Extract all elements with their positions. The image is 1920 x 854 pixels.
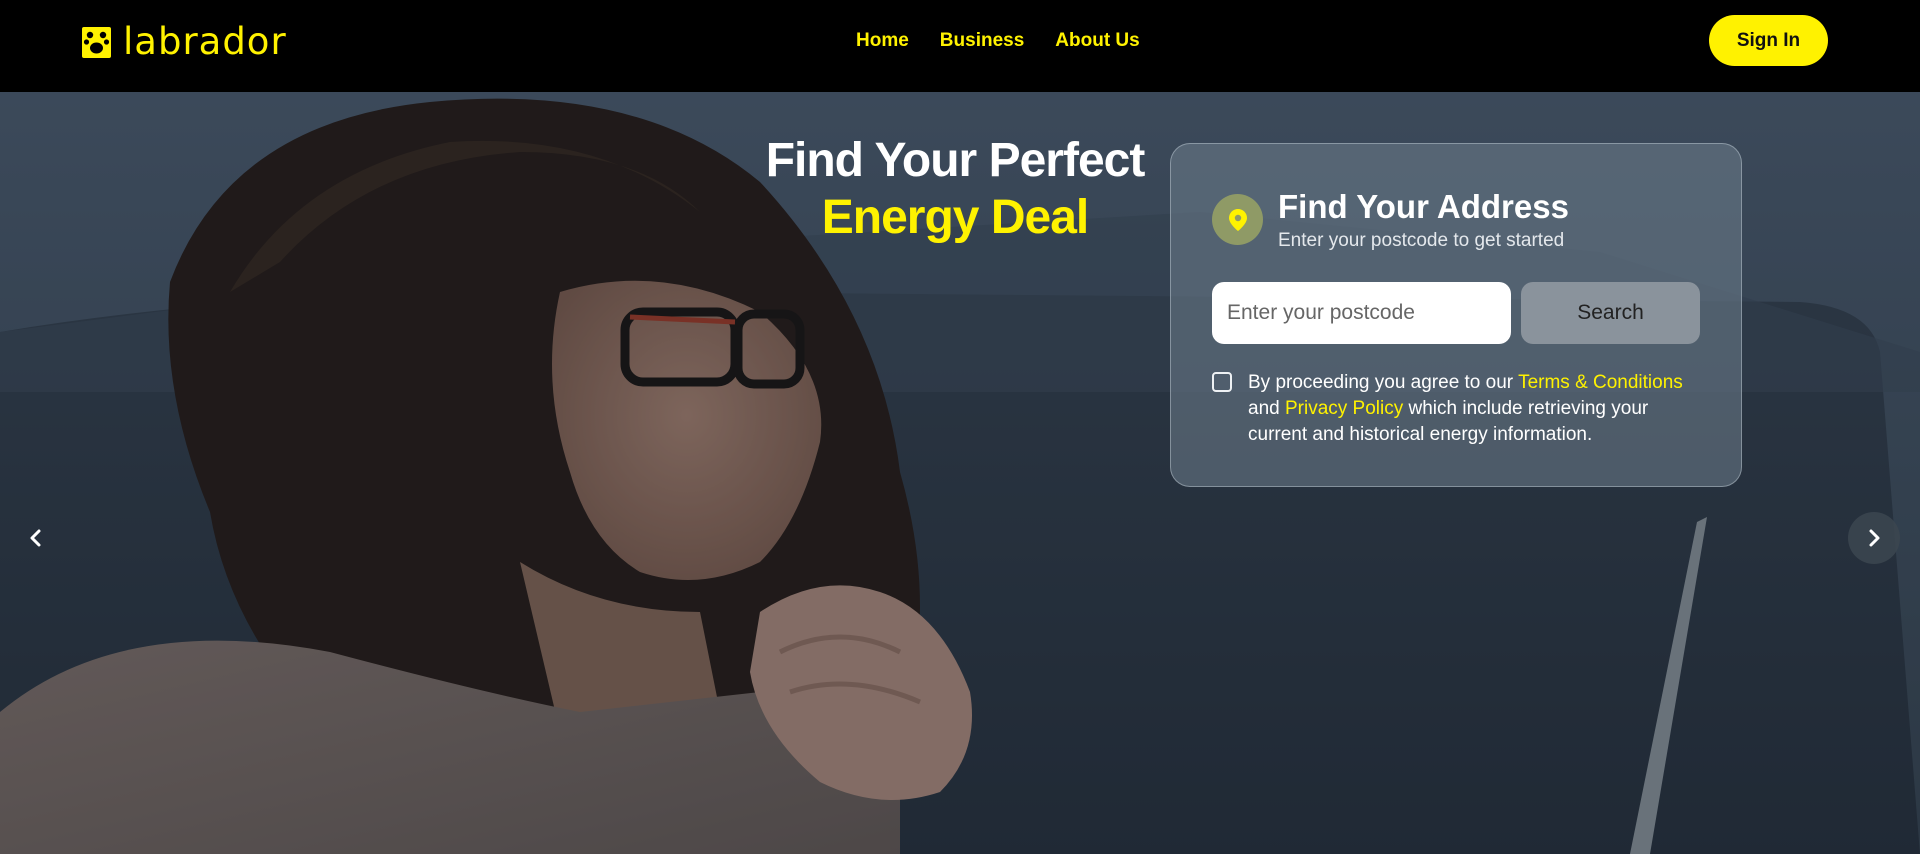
consent-text: By proceeding you agree to our Terms & C… [1248,370,1708,448]
chevron-left-icon [30,529,41,547]
postcode-input[interactable] [1212,282,1511,344]
hero-headline: Find Your Perfect Energy Deal [700,132,1210,246]
hero-headline-line1: Find Your Perfect [765,134,1146,187]
sign-in-button[interactable]: Sign In [1709,15,1828,66]
carousel-next-button[interactable] [1848,512,1900,564]
consent-checkbox[interactable] [1212,372,1232,392]
hero-section: Find Your Perfect Energy Deal Find Your … [0,92,1920,854]
search-button[interactable]: Search [1521,282,1700,344]
card-title: Find Your Address [1278,188,1569,225]
hero-headline-line2: Energy Deal [821,191,1089,244]
consent-text-middle: and [1248,398,1285,419]
site-header: labrador Home Business About Us Sign In [0,0,1920,92]
chevron-right-icon [1869,529,1880,547]
nav-about-us[interactable]: About Us [1055,30,1139,52]
nav-home[interactable]: Home [856,30,909,52]
card-subtitle: Enter your postcode to get started [1278,230,1565,251]
privacy-link[interactable]: Privacy Policy [1285,398,1403,419]
nav-business[interactable]: Business [940,30,1024,52]
terms-link[interactable]: Terms & Conditions [1518,372,1683,393]
map-pin-icon [1212,194,1263,245]
main-nav: Home Business About Us [856,30,1171,52]
brand-name: labrador [123,20,287,63]
brand-logo[interactable]: labrador [82,22,287,62]
address-search-card: Find Your Address Enter your postcode to… [1170,143,1742,487]
consent-text-before: By proceeding you agree to our [1248,372,1519,393]
carousel-prev-button[interactable] [10,512,62,564]
paw-logo-icon [82,26,111,58]
